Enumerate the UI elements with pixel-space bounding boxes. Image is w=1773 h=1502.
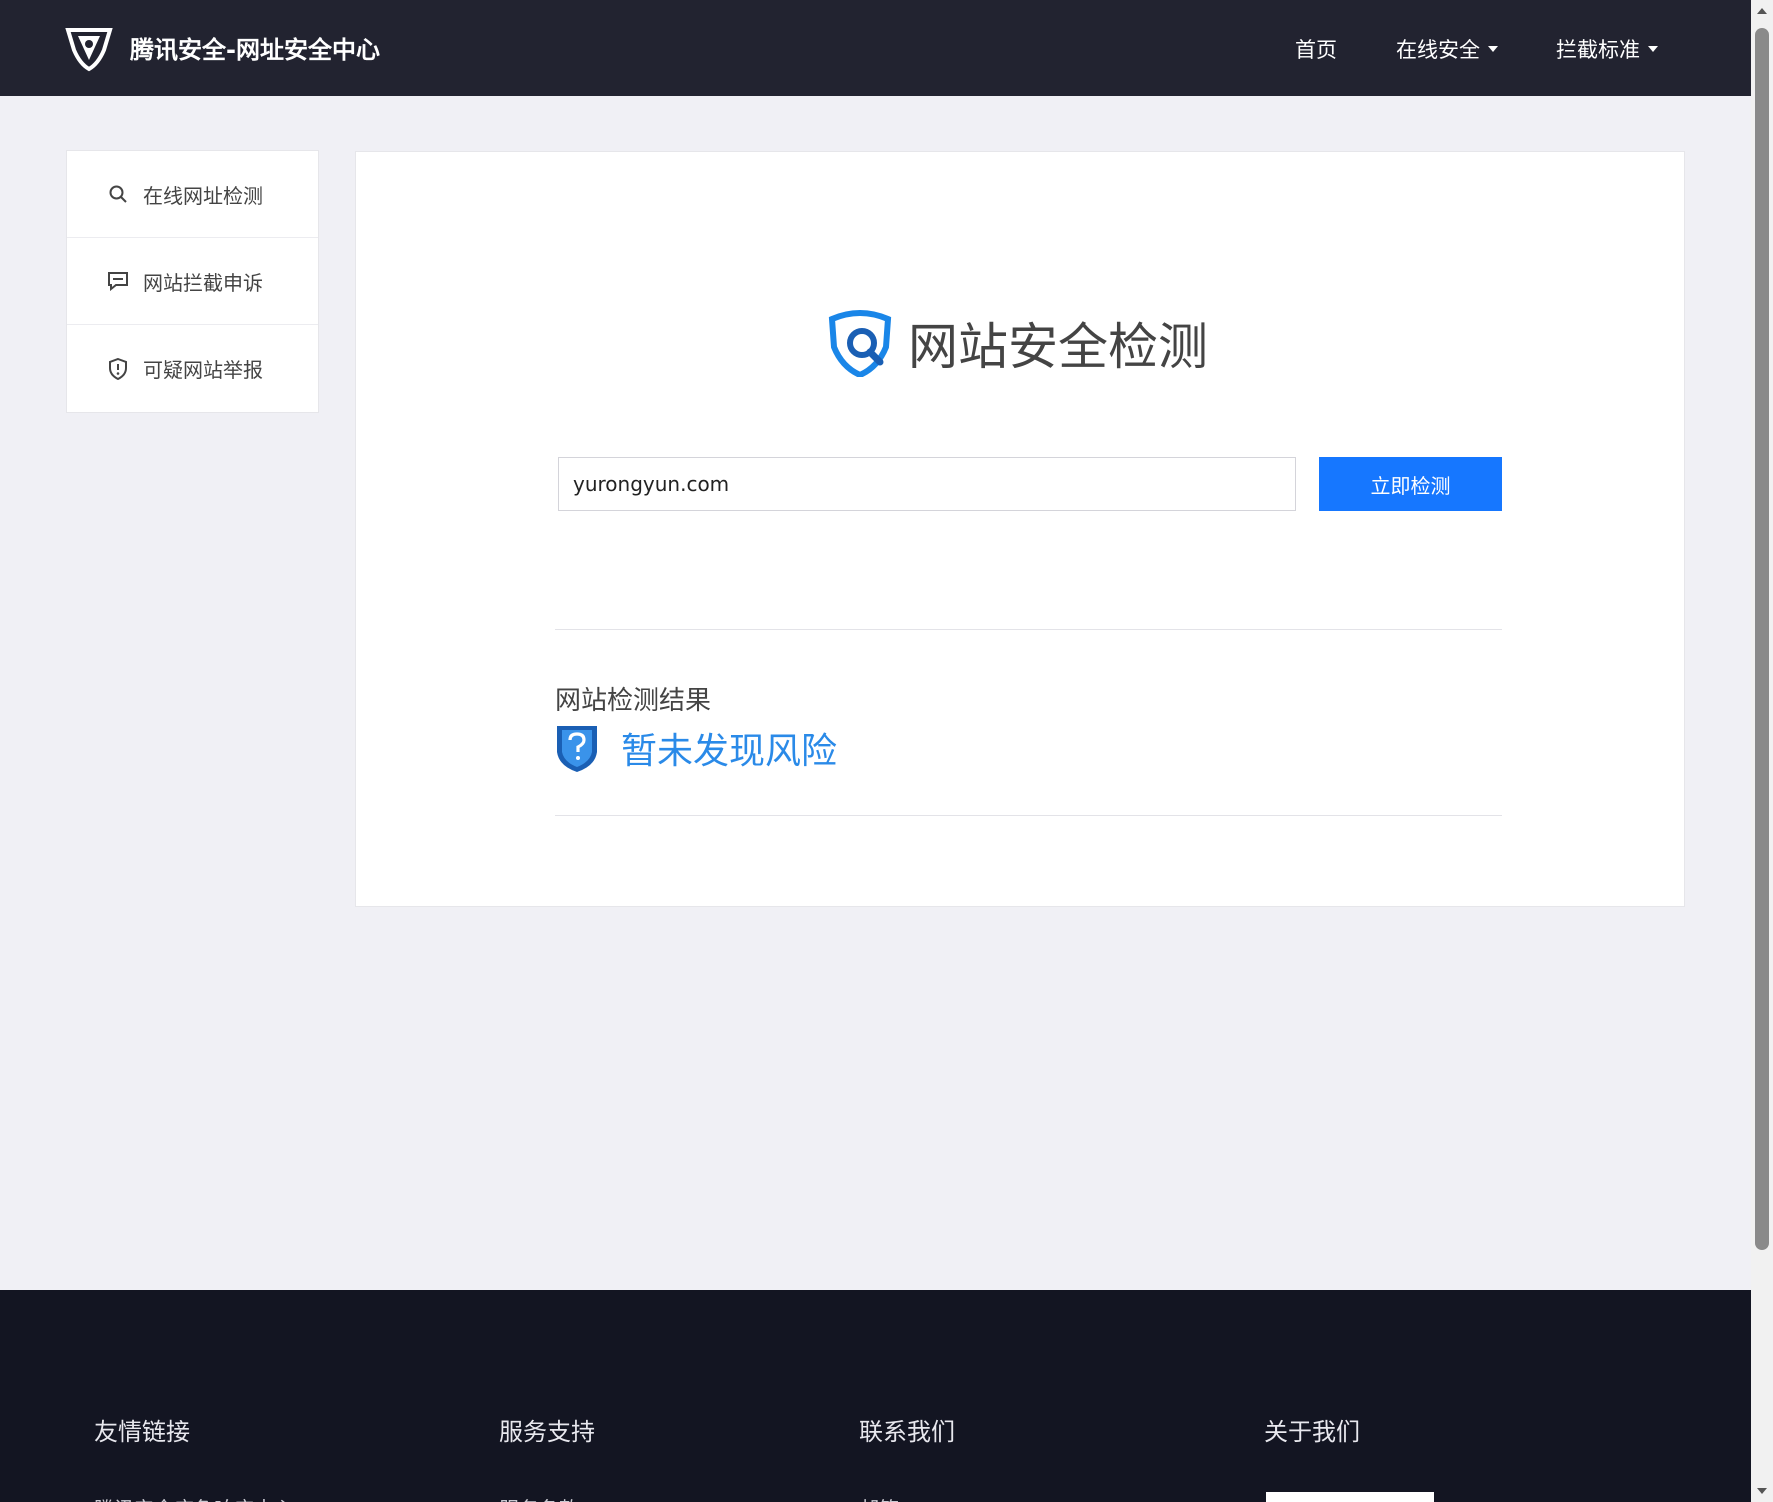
check-now-button[interactable]: 立即检测 (1319, 457, 1502, 511)
footer-link[interactable]: 服务条款 (499, 1493, 595, 1502)
divider (555, 629, 1502, 630)
footer-link[interactable]: 邮箱 (859, 1493, 955, 1502)
page-scrollbar[interactable] (1751, 0, 1773, 1502)
search-icon (107, 183, 129, 205)
scroll-up-arrow-icon[interactable] (1757, 8, 1767, 14)
scroll-down-arrow-icon[interactable] (1757, 1488, 1767, 1494)
hero-title: 网站安全检测 (908, 318, 1208, 376)
tencent-security-logo-icon (65, 28, 113, 72)
footer-heading: 关于我们 (1264, 1418, 1360, 1446)
scroll-thumb[interactable] (1755, 28, 1769, 1250)
footer-heading: 友情链接 (94, 1418, 190, 1446)
qr-code-image (1266, 1492, 1434, 1502)
message-icon (107, 270, 129, 292)
result-row: 暂未发现风险 (555, 722, 837, 774)
sidebar: 在线网址检测 网站拦截申诉 可疑网站举报 (66, 150, 319, 413)
sidebar-item-label: 在线网址检测 (143, 183, 263, 208)
footer-link[interactable]: 腾讯安全应急响应中心 (94, 1493, 294, 1502)
shield-alert-icon (107, 357, 129, 380)
nav-online-security[interactable]: 在线安全 (1396, 34, 1498, 64)
nav-block-standard[interactable]: 拦截标准 (1556, 34, 1658, 64)
footer-col-support: 服务支持 服务条款 (499, 1412, 595, 1502)
footer-col-contact: 联系我们 邮箱 (859, 1412, 955, 1502)
footer-col-about: 关于我们 (1264, 1412, 1360, 1447)
main-panel: 网站安全检测 立即检测 网站检测结果 暂未发现风险 (355, 151, 1685, 907)
caret-down-icon (1488, 46, 1498, 52)
sidebar-item-url-check[interactable]: 在线网址检测 (67, 151, 318, 238)
result-status: 暂未发现风险 (621, 731, 838, 772)
result-label: 网站检测结果 (555, 686, 712, 716)
footer-heading: 联系我们 (859, 1418, 955, 1446)
top-header: 腾讯安全-网址安全中心 首页 在线安全 拦截标准 (0, 0, 1751, 96)
shield-question-icon (557, 726, 597, 772)
sidebar-item-label: 网站拦截申诉 (143, 270, 263, 295)
brand[interactable]: 腾讯安全-网址安全中心 (64, 22, 380, 72)
sidebar-item-appeal[interactable]: 网站拦截申诉 (67, 238, 318, 325)
hero: 网站安全检测 (826, 307, 1208, 379)
divider (555, 815, 1502, 816)
footer-col-links: 友情链接 腾讯安全应急响应中心 (94, 1412, 294, 1502)
nav-home[interactable]: 首页 (1295, 34, 1337, 64)
sidebar-item-report[interactable]: 可疑网站举报 (67, 325, 318, 412)
url-input[interactable] (558, 457, 1296, 511)
sidebar-item-label: 可疑网站举报 (143, 358, 263, 382)
caret-down-icon (1648, 46, 1658, 52)
site-title: 腾讯安全-网址安全中心 (130, 35, 380, 64)
footer-heading: 服务支持 (499, 1418, 595, 1446)
site-check-shield-icon (828, 310, 892, 377)
footer: 友情链接 腾讯安全应急响应中心 服务支持 服务条款 联系我们 邮箱 关于我们 (0, 1290, 1751, 1502)
